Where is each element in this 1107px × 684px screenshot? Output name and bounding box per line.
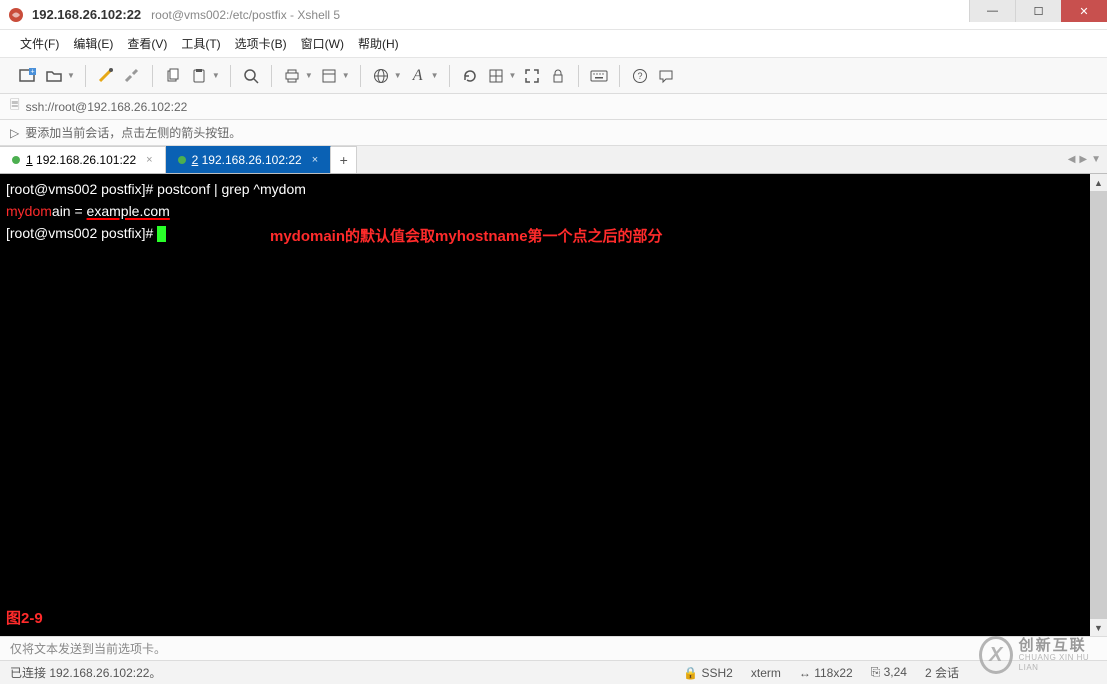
status-pos: ⎘ 3,24 <box>871 665 907 680</box>
status-bar: 已连接 192.168.26.102:22。 🔒 SSH2 xterm ↔ 11… <box>0 660 1107 684</box>
globe-icon[interactable] <box>371 66 391 86</box>
address-lock-icon: 🗏 <box>10 96 20 117</box>
tab-next-icon[interactable]: ▶ <box>1079 154 1087 165</box>
cursor-icon <box>157 226 166 242</box>
svg-text:?: ? <box>638 71 643 81</box>
info-text: 要添加当前会话，点击左侧的箭头按钮。 <box>25 124 241 141</box>
menu-window[interactable]: 窗口(W) <box>295 32 350 55</box>
annotation-text: mydomain的默认值会取myhostname第一个点之后的部分 <box>270 226 663 248</box>
print-icon[interactable] <box>282 66 302 86</box>
paste-icon[interactable] <box>189 66 209 86</box>
menu-file[interactable]: 文件(F) <box>14 32 65 55</box>
terminal-line: [root@vms002 postfix]# postconf | grep ^… <box>6 178 1101 200</box>
status-ssh: 🔒 SSH2 <box>683 666 733 680</box>
font-icon[interactable]: A <box>408 66 428 86</box>
info-arrow-icon[interactable]: ▷ <box>10 126 19 140</box>
session-tab-2[interactable]: 2 192.168.26.102:22 × <box>166 146 332 173</box>
watermark: X 创新互联 CHUANG XIN HU LIAN <box>979 632 1099 678</box>
paste-dropdown-icon[interactable]: ▼ <box>212 71 220 80</box>
add-tab-button[interactable]: + <box>331 146 357 173</box>
scroll-up-icon[interactable]: ▲ <box>1090 174 1107 191</box>
disconnect-icon[interactable] <box>122 66 142 86</box>
tab-number: 1 <box>26 153 33 167</box>
terminal-scrollbar[interactable]: ▲ ▼ <box>1090 174 1107 636</box>
app-icon <box>8 7 24 23</box>
open-dropdown-icon[interactable]: ▼ <box>67 71 75 80</box>
info-bar: ▷ 要添加当前会话，点击左侧的箭头按钮。 <box>0 120 1107 146</box>
status-connection: 已连接 192.168.26.102:22。 <box>10 664 161 681</box>
layout-icon[interactable] <box>486 66 506 86</box>
feedback-icon[interactable] <box>656 66 676 86</box>
figure-label: 图2-9 <box>6 608 43 630</box>
tab-prev-icon[interactable]: ◀ <box>1068 154 1076 165</box>
fullscreen-icon[interactable] <box>522 66 542 86</box>
menu-bar: 文件(F) 编辑(E) 查看(V) 工具(T) 选项卡(B) 窗口(W) 帮助(… <box>0 30 1107 58</box>
status-size: ↔ 118x22 <box>799 666 853 680</box>
properties-dropdown-icon[interactable]: ▼ <box>342 71 350 80</box>
help-icon[interactable]: ? <box>630 66 650 86</box>
menu-edit[interactable]: 编辑(E) <box>67 32 119 55</box>
copy-icon[interactable] <box>163 66 183 86</box>
window-title-ip: 192.168.26.102:22 <box>32 7 141 22</box>
globe-dropdown-icon[interactable]: ▼ <box>394 71 402 80</box>
session-tab-1[interactable]: 1 192.168.26.101:22 × <box>0 146 166 173</box>
terminal-line: mydomain = example.com <box>6 200 1101 222</box>
new-session-icon[interactable]: + <box>18 66 38 86</box>
svg-text:+: + <box>30 68 34 75</box>
address-text: ssh://root@192.168.26.102:22 <box>26 100 188 114</box>
maximize-button[interactable]: ☐ <box>1015 0 1061 22</box>
tab-strip: 1 192.168.26.101:22 × 2 192.168.26.102:2… <box>0 146 1107 174</box>
lock-icon[interactable] <box>548 66 568 86</box>
font-dropdown-icon[interactable]: ▼ <box>431 71 439 80</box>
watermark-sub: CHUANG XIN HU LIAN <box>1019 653 1099 672</box>
menu-tabs[interactable]: 选项卡(B) <box>229 32 293 55</box>
watermark-brand: 创新互联 <box>1019 638 1099 653</box>
layout-dropdown-icon[interactable]: ▼ <box>509 71 517 80</box>
title-bar: 192.168.26.102:22 root@vms002:/etc/postf… <box>0 0 1107 30</box>
refresh-icon[interactable] <box>460 66 480 86</box>
status-term: xterm <box>751 666 781 680</box>
tab-label: 192.168.26.102:22 <box>202 153 302 167</box>
open-icon[interactable] <box>44 66 64 86</box>
footer-hint: 仅将文本发送到当前选项卡。 <box>0 636 1107 660</box>
minimize-button[interactable]: — <box>969 0 1015 22</box>
print-dropdown-icon[interactable]: ▼ <box>305 71 313 80</box>
terminal-pane[interactable]: [root@vms002 postfix]# postconf | grep ^… <box>0 174 1107 636</box>
address-bar[interactable]: 🗏 ssh://root@192.168.26.102:22 <box>0 94 1107 120</box>
toolbar: + ▼ ▼ ▼ ▼ ▼ A▼ ▼ <box>0 58 1107 94</box>
tab-close-icon[interactable]: × <box>146 154 152 166</box>
tab-number: 2 <box>192 153 199 167</box>
tab-label: 192.168.26.101:22 <box>36 153 136 167</box>
properties-icon[interactable] <box>319 66 339 86</box>
connect-icon[interactable] <box>96 66 116 86</box>
window-title-path: root@vms002:/etc/postfix - Xshell 5 <box>151 8 340 22</box>
menu-tools[interactable]: 工具(T) <box>175 32 226 55</box>
menu-view[interactable]: 查看(V) <box>121 32 173 55</box>
tab-close-icon[interactable]: × <box>312 154 318 166</box>
status-sessions: 2 会话 <box>925 664 959 681</box>
watermark-logo-icon: X <box>979 636 1013 674</box>
status-dot-icon <box>12 156 20 164</box>
search-icon[interactable] <box>241 66 261 86</box>
status-dot-icon <box>178 156 186 164</box>
close-button[interactable]: ✕ <box>1061 0 1107 22</box>
keyboard-icon[interactable] <box>589 66 609 86</box>
menu-help[interactable]: 帮助(H) <box>352 32 405 55</box>
tab-list-icon[interactable]: ▼ <box>1091 154 1101 165</box>
